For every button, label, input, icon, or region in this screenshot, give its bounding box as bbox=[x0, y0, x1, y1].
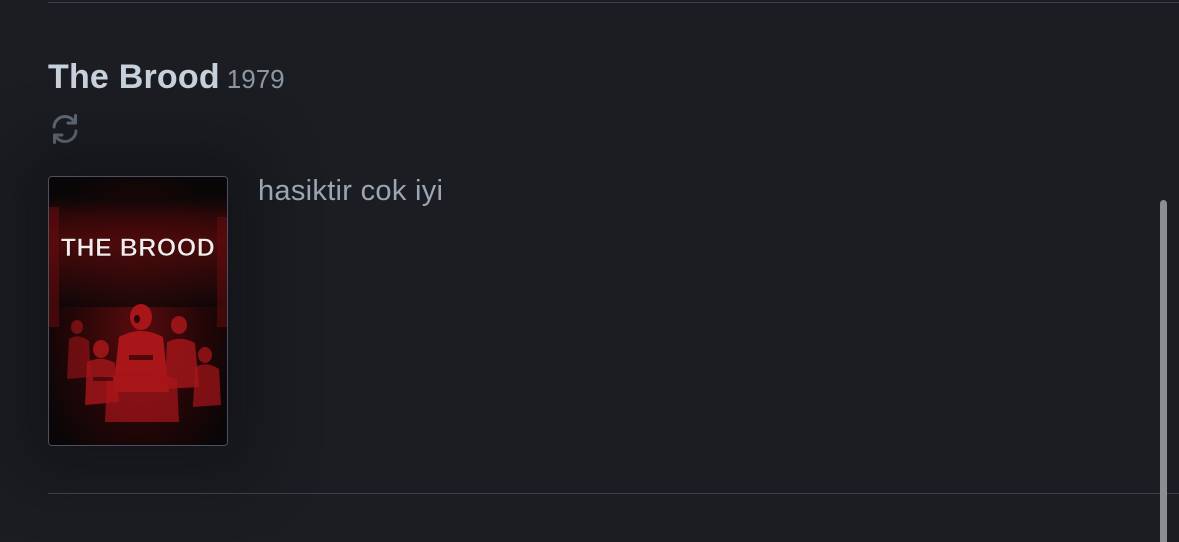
film-poster[interactable]: THE BROOD bbox=[48, 176, 228, 446]
scrollbar-thumb[interactable] bbox=[1160, 200, 1167, 542]
divider-bottom bbox=[48, 493, 1179, 494]
film-title-link[interactable]: The Brood bbox=[48, 58, 220, 96]
poster-title-text: THE BROOD bbox=[61, 234, 216, 262]
film-heading: The Brood 1979 bbox=[48, 58, 285, 97]
film-year-link[interactable]: 1979 bbox=[227, 64, 285, 94]
divider-top bbox=[48, 2, 1179, 3]
review-text: hasiktir cok iyi bbox=[258, 175, 444, 207]
diary-entry-page: The Brood 1979 THE BROOD hasiktir cok iy… bbox=[0, 0, 1179, 542]
rewatch-icon bbox=[48, 112, 82, 146]
